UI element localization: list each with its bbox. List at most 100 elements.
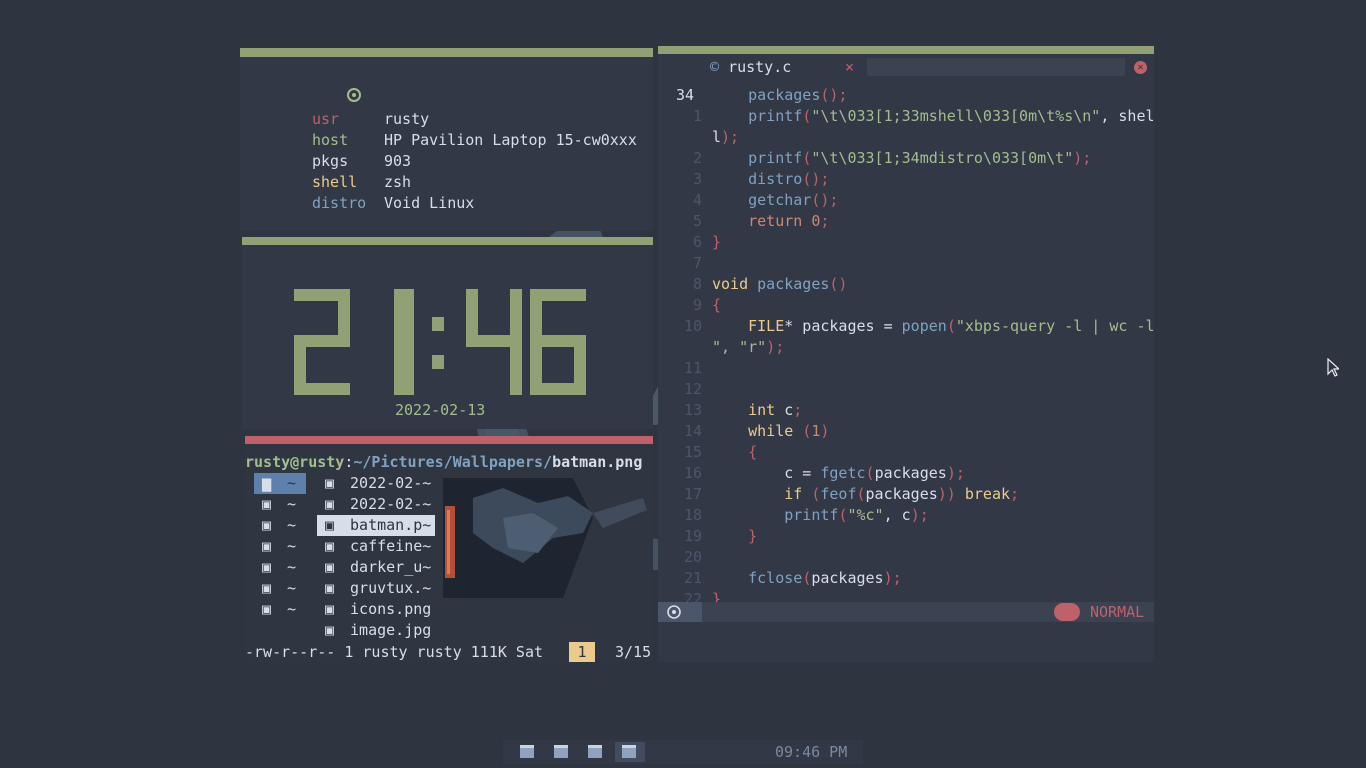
image-file-icon: ▣ — [325, 558, 335, 576]
clock-date: 2022-02-13 — [395, 401, 486, 419]
fm-file-item[interactable]: ▣ icons.png — [317, 599, 431, 620]
fm-file-item[interactable]: ▣ 2022-02-~ — [317, 494, 431, 515]
fm-file-item-selected[interactable]: ▣ batman.p~ — [317, 515, 436, 536]
code-line[interactable]: } — [712, 526, 757, 547]
code-line[interactable]: void packages() — [712, 274, 847, 295]
editor-window[interactable]: © rusty.c × ✕ 34 1 2 3 4 5 6 7 8 9 10 11… — [658, 46, 1155, 662]
statusbar-left-segment — [658, 602, 702, 622]
workspace-2-icon[interactable] — [554, 745, 568, 758]
taskbar-clock: 09:46 PM — [775, 743, 848, 761]
mouse-cursor-icon — [1327, 358, 1339, 377]
tab-close-icon[interactable]: × — [845, 56, 854, 78]
line-number: 9 — [692, 296, 702, 314]
fetch-row-shell: shell zsh — [312, 173, 412, 191]
image-file-icon: ▣ — [262, 516, 272, 534]
image-file-icon: ▣ — [325, 600, 335, 618]
line-number: 21 — [683, 569, 702, 587]
line-number: 3 — [692, 170, 702, 188]
line-number: 12 — [683, 380, 702, 398]
editor-tabbar: © rusty.c × ✕ — [658, 56, 1154, 78]
code-line[interactable]: getchar(); — [712, 190, 838, 211]
line-number: 1 — [692, 107, 702, 125]
fm-parent-item[interactable]: ▣ ~ — [254, 557, 296, 578]
fm-prompt: rusty@rusty:~/Pictures/Wallpapers/batman… — [245, 452, 642, 473]
code-line[interactable]: printf("\t\033[1;33mshell\033[0m\t%s\n",… — [712, 106, 1154, 127]
fetch-row-distro: distro Void Linux — [312, 194, 475, 212]
fm-file-item[interactable]: ▣ gruvtux.~ — [317, 578, 431, 599]
tabbar-fill — [867, 58, 1125, 76]
image-file-icon: ▣ — [325, 474, 335, 492]
code-line[interactable]: return 0; — [712, 211, 829, 232]
workspace-1-icon[interactable] — [520, 745, 534, 758]
image-file-icon: ▣ — [262, 537, 272, 555]
code-line[interactable]: printf("\t\033[1;34mdistro\033[0m\t"); — [712, 148, 1091, 169]
line-number: 18 — [683, 506, 702, 524]
folder-icon: ▆ — [262, 474, 272, 492]
image-file-icon: ▣ — [325, 495, 335, 513]
line-number: 7 — [692, 254, 702, 272]
line-number: 4 — [692, 191, 702, 209]
fm-parent-item[interactable]: ▣ ~ — [254, 494, 296, 515]
line-number: 10 — [683, 317, 702, 335]
mode-icon — [1054, 603, 1080, 621]
fm-parent-item[interactable]: ▣ ~ — [254, 536, 296, 557]
clock-time-digits — [294, 289, 586, 395]
code-line[interactable]: FILE* packages = popen("xbps-query -l | … — [712, 316, 1154, 337]
fm-prompt-path: ~/Pictures/Wallpapers/ — [353, 453, 553, 471]
fm-file-item[interactable]: ▣ 2022-02-~ — [317, 473, 431, 494]
fm-tab-badge[interactable]: 1 — [569, 642, 595, 662]
fm-parent-item[interactable]: ▣ ~ — [254, 599, 296, 620]
fm-file-item[interactable]: ▣ darker_u~ — [317, 557, 431, 578]
line-number: 15 — [683, 443, 702, 461]
code-line[interactable]: fclose(packages); — [712, 568, 902, 589]
void-icon — [667, 605, 681, 619]
tab-rusty-c[interactable]: © rusty.c — [710, 56, 791, 78]
code-line[interactable]: { — [712, 442, 757, 463]
image-preview — [443, 478, 649, 598]
code-line[interactable]: if (feof(packages)) break; — [712, 484, 1019, 505]
fm-parent-item[interactable]: ▣ ~ — [254, 578, 296, 599]
taskbar: 09:46 PM — [503, 740, 863, 764]
code-line[interactable]: l); — [712, 127, 739, 148]
workspace-4-icon[interactable] — [622, 745, 636, 758]
image-file-icon: ▣ — [325, 537, 335, 555]
image-file-icon: ▣ — [325, 516, 335, 534]
image-file-icon: ▣ — [325, 579, 335, 597]
fm-file-item[interactable]: ▣ image.jpg — [317, 620, 431, 641]
fetch-window: usr rusty host HP Pavilion Laptop 15-cw0xx… — [240, 48, 653, 231]
workspace-3-icon[interactable] — [588, 745, 602, 758]
line-number: 8 — [692, 275, 702, 293]
code-line[interactable]: printf("%c", c); — [712, 505, 929, 526]
line-number: 19 — [683, 527, 702, 545]
file-manager-window[interactable]: rusty@rusty:~/Pictures/Wallpapers/batman… — [245, 436, 653, 662]
fm-parent-item-selected[interactable]: ▆ ~ — [254, 473, 306, 494]
fm-prompt-file: batman.png — [552, 453, 643, 471]
line-number: 5 — [692, 212, 702, 230]
fm-prompt-user: rusty@rusty — [245, 453, 345, 471]
code-line[interactable]: distro(); — [712, 169, 829, 190]
code-line[interactable]: while (1) — [712, 421, 829, 442]
fetch-row-usr: usr rusty — [312, 110, 430, 128]
line-number: 17 — [683, 485, 702, 503]
image-file-icon: ▣ — [262, 600, 272, 618]
image-file-icon: ▣ — [325, 621, 335, 639]
vim-mode: NORMAL — [1090, 603, 1145, 621]
line-number: 13 — [683, 401, 702, 419]
code-line[interactable]: packages(); — [712, 85, 847, 106]
fm-file-item[interactable]: ▣ caffeine~ — [317, 536, 431, 557]
fetch-row-pkgs: pkgs 903 — [312, 152, 412, 170]
code-line[interactable]: ", "r"); — [712, 337, 784, 358]
void-icon — [347, 88, 361, 102]
code-line[interactable]: } — [712, 232, 721, 253]
fm-parent-item[interactable]: ▣ ~ — [254, 515, 296, 536]
code-line[interactable]: int c; — [712, 400, 802, 421]
code-line[interactable]: { — [712, 295, 721, 316]
line-number: 11 — [683, 359, 702, 377]
close-icon[interactable]: ✕ — [1134, 61, 1147, 74]
fm-position: 3/15 — [615, 643, 652, 661]
line-number: 16 — [683, 464, 702, 482]
line-number: 2 — [692, 149, 702, 167]
code-line[interactable]: c = fgetc(packages); — [712, 463, 965, 484]
image-file-icon: ▣ — [262, 579, 272, 597]
c-file-icon: © — [710, 58, 720, 76]
